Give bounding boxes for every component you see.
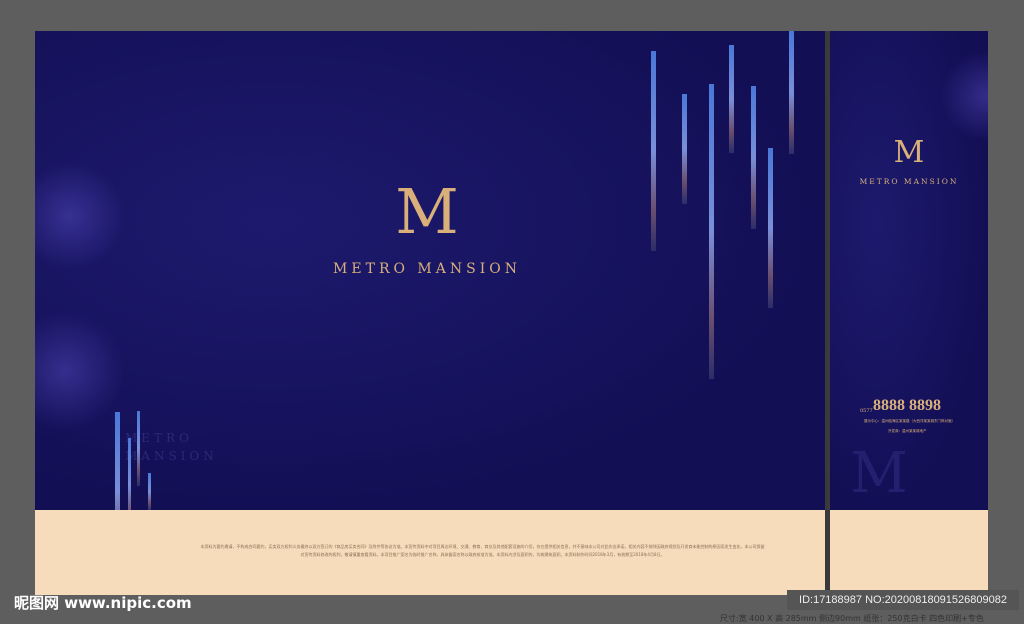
city-strip (137, 411, 140, 486)
city-strip (729, 45, 734, 153)
city-strip (768, 148, 773, 308)
phone-prefix: 0577 (860, 408, 873, 414)
main-panel: M METRO MANSION METRO MANSION 本资料为要约邀请，不… (35, 31, 825, 595)
disclaimer: 本资料为要约邀请，不构成合同要约，买卖双方权利义务最终以双方签订的《商品房买卖合… (180, 543, 785, 559)
city-strip (789, 31, 794, 154)
beige-footer (830, 510, 988, 595)
logo-text: METRO MANSION (333, 261, 521, 277)
address: 展示中心：温州瓯海区某某路（大西洋某某城东门斜对面） (864, 419, 955, 423)
logo-monogram: M (395, 175, 459, 248)
logo-text: METRO MANSION (859, 177, 959, 186)
ghost-monogram: M (850, 441, 908, 506)
logo-monogram: M (893, 135, 925, 170)
city-strip (651, 51, 656, 251)
city-strip (709, 84, 714, 379)
phone-number: 8888 8898 (873, 397, 941, 414)
side-panel: M METRO MANSION 0577 8888 8898 展示中心：温州瓯海… (830, 31, 988, 595)
disclaimer-line: 对宣传资料修改的权利，敬请慎重查看资料。本项目推广案名为临时推广名称，具体备案名… (300, 552, 665, 557)
spec-text: 尺寸:宽 400 X 高 285mm 侧边90mm 纸张：250克白卡 四色印刷… (720, 614, 984, 623)
city-strip (682, 94, 687, 204)
beige-footer: 本资料为要约邀请，不构成合同要约，买卖双方权利义务最终以双方签订的《商品房买卖合… (35, 510, 825, 595)
site-watermark: 昵图网 www.nipic.com (14, 594, 192, 612)
city-strip (148, 473, 151, 511)
developer: 开发商：温州某某城地产 (888, 429, 927, 433)
id-watermark: ID:17188987 NO:20200818091526809082 (787, 590, 1019, 610)
city-strip (751, 86, 756, 229)
disclaimer-line: 本资料为要约邀请，不构成合同要约，买卖双方权利义务最终以双方签订的《商品房买卖合… (200, 544, 765, 549)
